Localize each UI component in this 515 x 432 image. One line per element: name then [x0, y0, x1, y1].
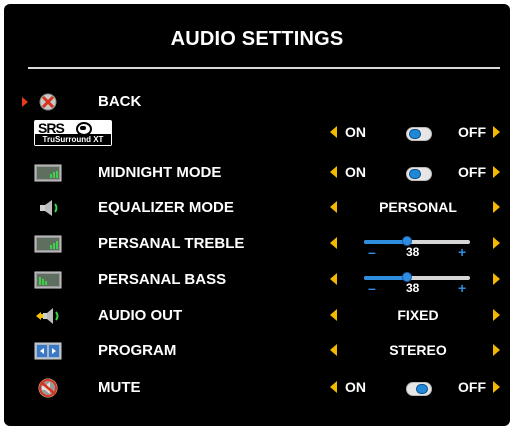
- menu-item-personal-bass[interactable]: PERSANAL BASS – 38 +: [4, 266, 510, 296]
- srs-dot-icon: [80, 126, 86, 130]
- speaker-arrow-icon: [36, 308, 59, 324]
- menu-item-personal-treble[interactable]: PERSANAL TREBLE – 38 +: [4, 230, 510, 260]
- equalizer-mode-value[interactable]: PERSONAL: [344, 199, 492, 215]
- page-title: AUDIO SETTINGS: [170, 28, 344, 50]
- bass-slider[interactable]: – 38 +: [362, 268, 472, 296]
- toggle-knob: [416, 384, 428, 394]
- left-arrow-icon[interactable]: [330, 166, 337, 178]
- menu-item-back[interactable]: BACK: [4, 88, 510, 116]
- menu-item-mute[interactable]: MUTE ON OFF: [4, 374, 510, 402]
- equalizer-display-icon: [34, 235, 62, 253]
- program-icon: [34, 342, 62, 360]
- menu-item-label: PERSANAL BASS: [98, 271, 227, 288]
- menu-item-label: BACK: [98, 93, 142, 110]
- mute-toggle[interactable]: [406, 382, 432, 396]
- menu-item-equalizer-mode[interactable]: EQUALIZER MODE PERSONAL: [4, 194, 510, 222]
- midnight-mode-toggle[interactable]: [406, 167, 432, 181]
- left-arrow-icon[interactable]: [330, 201, 337, 213]
- srs-trusurround-xt-logo: SRS TruSurround XT: [34, 120, 112, 146]
- right-arrow-icon[interactable]: [493, 344, 500, 356]
- equalizer-display-icon: [34, 271, 62, 289]
- toggle-on-label[interactable]: ON: [345, 379, 366, 395]
- toggle-knob: [409, 169, 421, 179]
- left-arrow-icon[interactable]: [330, 344, 337, 356]
- slider-minus-icon: –: [368, 280, 376, 296]
- osd-menu-screen: AUDIO SETTINGS BACK SRS TruSurround XT O…: [4, 4, 510, 426]
- treble-slider[interactable]: – 38 +: [362, 232, 472, 260]
- right-arrow-icon[interactable]: [493, 201, 500, 213]
- menu-item-midnight-mode[interactable]: MIDNIGHT MODE ON OFF: [4, 159, 510, 187]
- srs-toggle[interactable]: [406, 127, 432, 141]
- title-divider: [28, 67, 500, 69]
- right-arrow-icon[interactable]: [493, 381, 500, 393]
- back-x-icon: [39, 93, 57, 111]
- left-arrow-icon[interactable]: [330, 381, 337, 393]
- menu-item-label: PROGRAM: [98, 342, 177, 359]
- slider-minus-icon: –: [368, 244, 376, 260]
- toggle-off-label[interactable]: OFF: [458, 124, 486, 140]
- slider-value: 38: [406, 281, 420, 295]
- slider-plus-icon: +: [458, 280, 467, 296]
- toggle-on-label[interactable]: ON: [345, 164, 366, 180]
- menu-item-label: AUDIO OUT: [98, 307, 183, 324]
- mute-icon: [38, 378, 58, 398]
- left-arrow-icon[interactable]: [330, 237, 337, 249]
- left-arrow-icon[interactable]: [330, 273, 337, 285]
- right-arrow-icon[interactable]: [493, 237, 500, 249]
- menu-item-program[interactable]: PROGRAM STEREO: [4, 337, 510, 365]
- left-arrow-icon[interactable]: [330, 309, 337, 321]
- selection-pointer-icon: [22, 97, 28, 107]
- menu-item-label: PERSANAL TREBLE: [98, 235, 245, 252]
- speaker-icon: [40, 200, 58, 216]
- menu-item-label: MIDNIGHT MODE: [98, 164, 222, 181]
- right-arrow-icon[interactable]: [493, 166, 500, 178]
- right-arrow-icon[interactable]: [493, 309, 500, 321]
- toggle-off-label[interactable]: OFF: [458, 164, 486, 180]
- audio-out-value[interactable]: FIXED: [344, 307, 492, 323]
- toggle-knob: [409, 129, 421, 139]
- program-value[interactable]: STEREO: [344, 342, 492, 358]
- menu-item-label: MUTE: [98, 379, 141, 396]
- menu-item-srs-trusurround[interactable]: SRS TruSurround XT ON OFF: [4, 119, 510, 147]
- left-arrow-icon[interactable]: [330, 126, 337, 138]
- equalizer-display-icon: [34, 164, 62, 182]
- toggle-off-label[interactable]: OFF: [458, 379, 486, 395]
- menu-item-audio-out[interactable]: AUDIO OUT FIXED: [4, 302, 510, 330]
- right-arrow-icon[interactable]: [493, 273, 500, 285]
- slider-value: 38: [406, 245, 420, 259]
- right-arrow-icon[interactable]: [493, 126, 500, 138]
- toggle-on-label[interactable]: ON: [345, 124, 366, 140]
- menu-item-label: EQUALIZER MODE: [98, 199, 234, 216]
- slider-plus-icon: +: [458, 244, 467, 260]
- srs-logo-subtext: TruSurround XT: [35, 134, 111, 145]
